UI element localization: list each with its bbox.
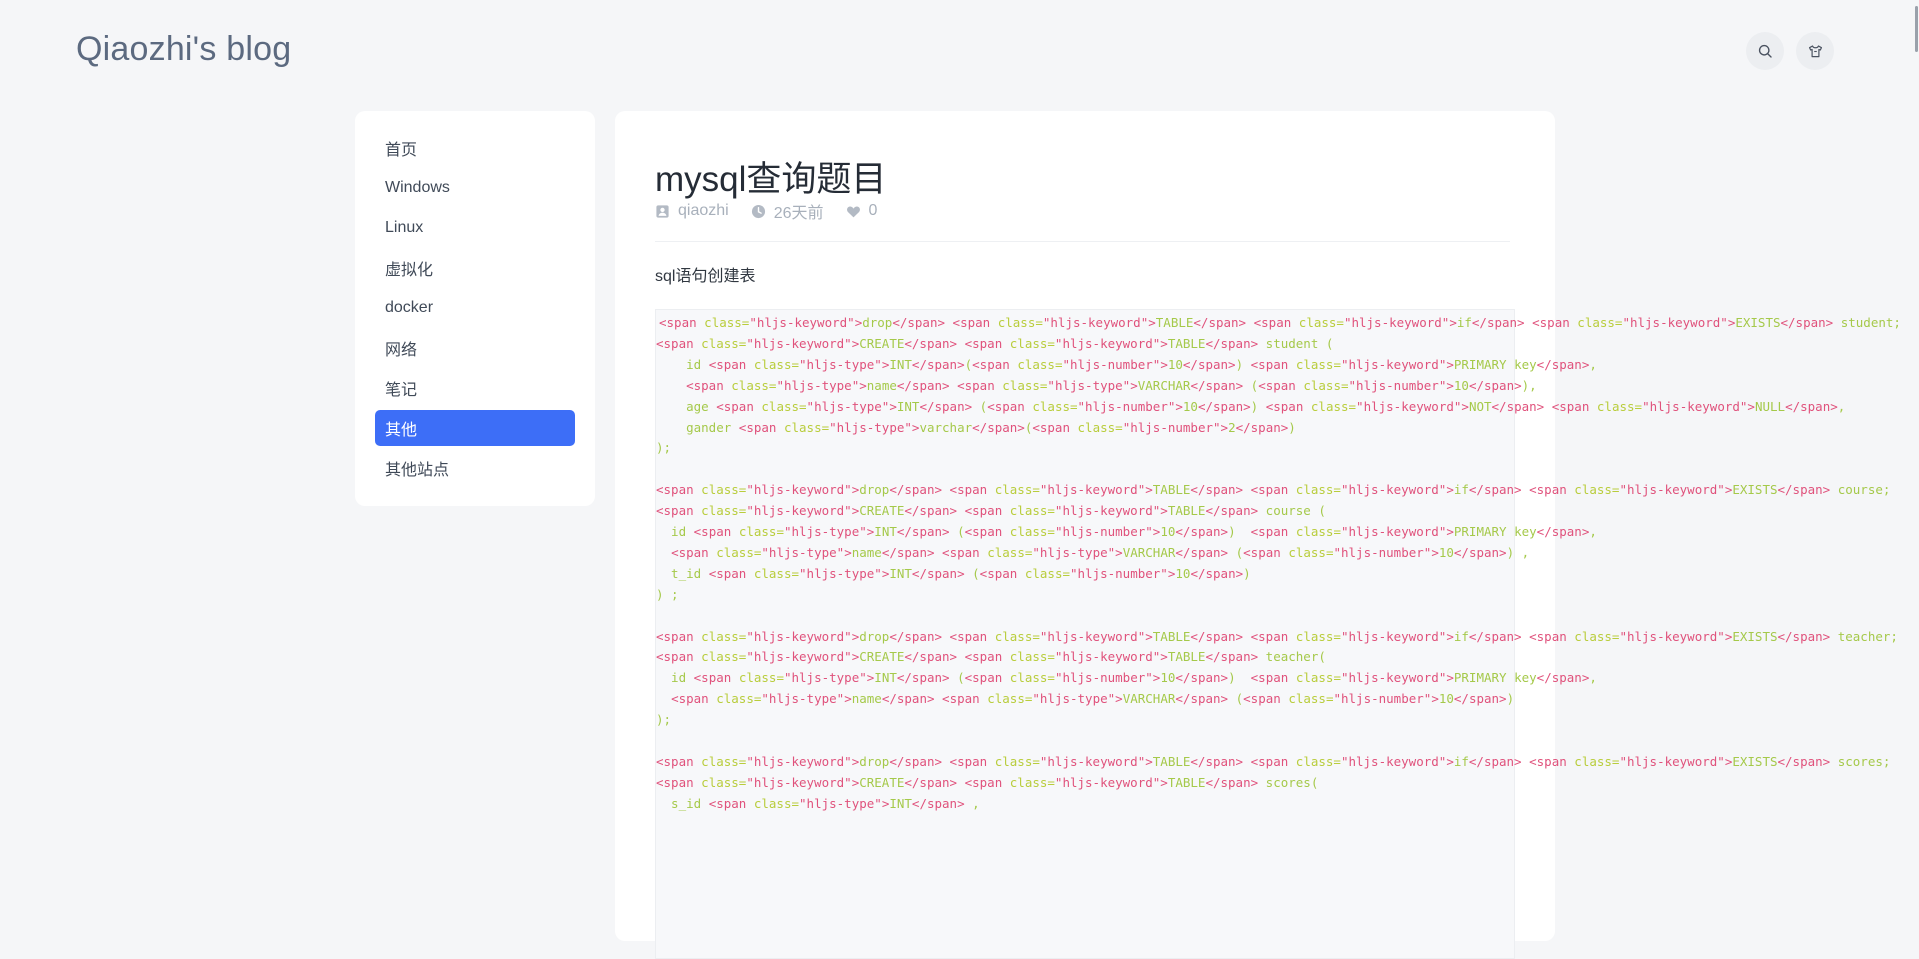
sidebar-item-docker[interactable]: docker: [375, 290, 575, 326]
like-button[interactable]: 0: [846, 202, 878, 220]
sidebar-item-virtualization[interactable]: 虚拟化: [375, 250, 575, 286]
sidebar-item-other-sites[interactable]: 其他站点: [375, 450, 575, 486]
code-line: t_id <span class="hljs-type">INT</span> …: [656, 565, 1251, 581]
scrollbar-thumb[interactable]: [1915, 6, 1918, 52]
sidebar-item-home[interactable]: 首页: [375, 130, 575, 166]
like-count: 0: [868, 202, 878, 219]
theme-button[interactable]: [1796, 32, 1834, 70]
code-line: <span class="hljs-type">name</span> <spa…: [671, 691, 1515, 707]
post-time-label: 26天前: [773, 205, 824, 222]
shirt-icon: [1808, 44, 1822, 57]
sidebar-item-network[interactable]: 网络: [375, 330, 575, 366]
post-meta: qiaozhi 26天前 0: [655, 199, 899, 223]
code-line: <span class="hljs-keyword">CREATE</span>…: [656, 503, 1326, 519]
post-time: 26天前: [751, 199, 824, 223]
author-name: qiaozhi: [678, 202, 729, 219]
post-title: mysql查询题目: [655, 160, 887, 199]
page-scrollbar[interactable]: [1913, 0, 1919, 920]
heart-icon: [846, 205, 860, 217]
user-icon: [656, 204, 669, 218]
post-card: mysql查询题目 qiaozhi 26天前 0 sql语句创建表 <span: [615, 111, 1901, 959]
code-line: age <span class="hljs-type">INT</span> (…: [656, 398, 1846, 414]
code-line: id <span class="hljs-type">INT</span>(<s…: [656, 356, 1597, 372]
title-divider: [655, 241, 1510, 242]
code-line: );: [656, 712, 672, 728]
clock-icon: [751, 204, 765, 218]
code-line: <span class="hljs-keyword">drop</span> <…: [656, 628, 1898, 644]
code-block[interactable]: <span class="hljs-keyword">drop</span> <…: [655, 309, 1901, 959]
search-icon: [1758, 44, 1772, 58]
code-line: id <span class="hljs-type">INT</span> (<…: [656, 670, 1597, 686]
code-line: <span class="hljs-type">name</span> <spa…: [686, 377, 1537, 393]
section-heading: sql语句创建表: [655, 268, 756, 285]
code-line: <span class="hljs-keyword">drop</span> <…: [656, 482, 1891, 498]
sidebar-item-windows[interactable]: Windows: [375, 170, 575, 206]
sidebar-item-other[interactable]: 其他: [375, 410, 575, 446]
code-line: <span class="hljs-keyword">CREATE</span>…: [656, 335, 1334, 351]
sidebar-item-linux[interactable]: Linux: [375, 210, 575, 246]
code-line: ) ;: [656, 586, 679, 602]
code-line: <span class="hljs-keyword">CREATE</span>…: [656, 649, 1326, 665]
code-line: id <span class="hljs-type">INT</span> (<…: [656, 524, 1597, 539]
code-line: <span class="hljs-keyword">drop</span> <…: [656, 753, 1891, 769]
code-line: <span class="hljs-keyword">CREATE</span>…: [656, 774, 1319, 790]
code-line: <span class="hljs-keyword">drop</span> <…: [659, 315, 1901, 330]
code-line: <span class="hljs-type">name</span> <spa…: [671, 544, 1530, 560]
site-title[interactable]: Qiaozhi's blog: [76, 30, 291, 69]
code-line: gander <span class="hljs-type">varchar</…: [656, 419, 1296, 435]
code-line: s_id <span class="hljs-type">INT</span> …: [656, 795, 980, 811]
sidebar-item-notes[interactable]: 笔记: [375, 370, 575, 406]
sidebar: 首页 Windows Linux 虚拟化 docker 网络 笔记 其他 其他站…: [355, 111, 595, 506]
post-author[interactable]: qiaozhi: [655, 202, 729, 220]
search-button[interactable]: [1746, 32, 1784, 70]
code-line: );: [656, 440, 672, 456]
